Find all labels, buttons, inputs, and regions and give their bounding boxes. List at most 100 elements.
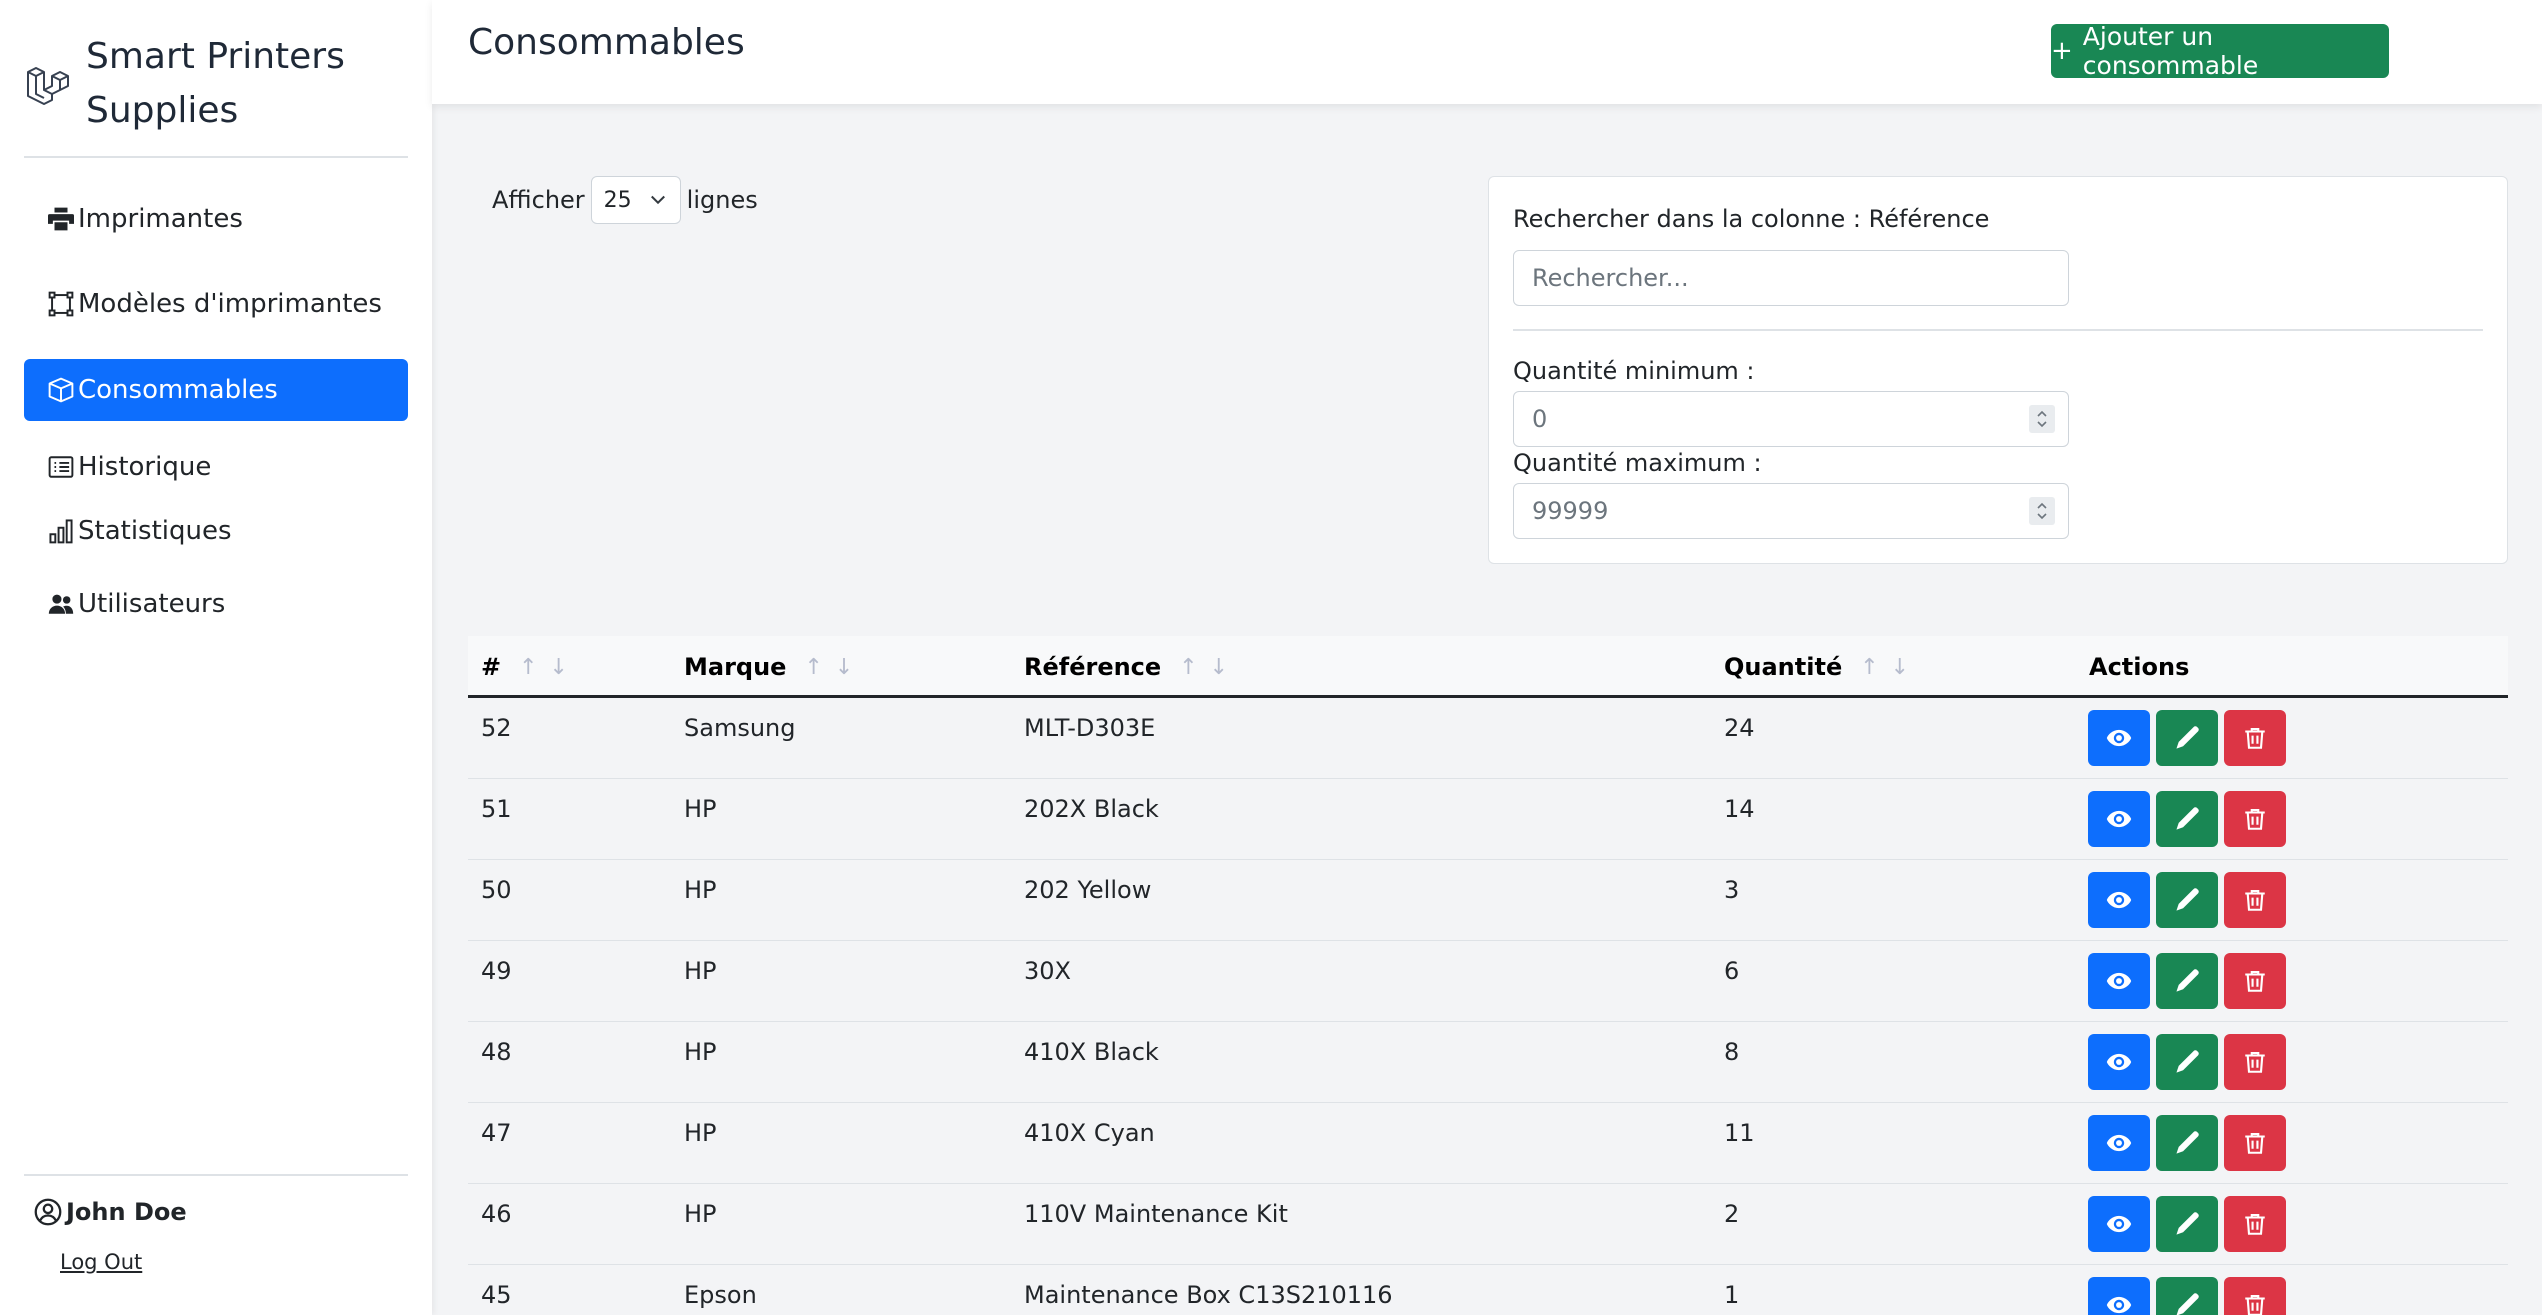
view-button[interactable] xyxy=(2088,953,2150,1009)
column-header-label: Quantité xyxy=(1724,653,1843,681)
cell-brand: Samsung xyxy=(684,714,796,742)
sidebar-item-label: Utilisateurs xyxy=(78,589,226,619)
cell-quantity: 1 xyxy=(1724,1281,1740,1309)
cell-quantity: 2 xyxy=(1724,1200,1740,1228)
edit-button[interactable] xyxy=(2156,1196,2218,1252)
box-icon xyxy=(46,375,76,405)
delete-button[interactable] xyxy=(2224,953,2286,1009)
plus-icon: + xyxy=(2051,36,2073,66)
sidebar-item-label: Imprimantes xyxy=(78,204,243,234)
pencil-icon xyxy=(2174,725,2200,751)
cell-brand: Epson xyxy=(684,1281,757,1309)
cell-brand: HP xyxy=(684,1038,717,1066)
bar-chart-icon xyxy=(46,516,76,546)
sidebar-item-statistiques[interactable]: Statistiques xyxy=(24,500,408,562)
view-button[interactable] xyxy=(2088,1115,2150,1171)
edit-button[interactable] xyxy=(2156,710,2218,766)
sort-icon[interactable]: ↑ ↓ xyxy=(804,655,865,680)
pencil-icon xyxy=(2174,968,2200,994)
column-header-marque[interactable]: Marque ↑ ↓ xyxy=(684,636,865,698)
spinner-arrows-icon xyxy=(2037,410,2047,428)
table-row: 45 Epson Maintenance Box C13S210116 1 xyxy=(468,1265,2508,1315)
min-quantity-input[interactable] xyxy=(1513,391,2069,447)
view-button[interactable] xyxy=(2088,1277,2150,1315)
edit-button[interactable] xyxy=(2156,1115,2218,1171)
sidebar: Smart Printers Supplies Imprimantes Modè… xyxy=(0,0,432,1315)
add-consumable-button[interactable]: + Ajouter un consommable xyxy=(2051,22,2389,80)
table-row: 46 HP 110V Maintenance Kit 2 xyxy=(468,1184,2508,1265)
table-row: 48 HP 410X Black 8 xyxy=(468,1022,2508,1103)
sidebar-item-label: Consommables xyxy=(78,375,278,405)
delete-button[interactable] xyxy=(2224,872,2286,928)
brand[interactable]: Smart Printers Supplies xyxy=(24,24,414,144)
edit-button[interactable] xyxy=(2156,1034,2218,1090)
bounding-box-icon xyxy=(46,289,76,319)
trash-icon xyxy=(2242,806,2268,832)
sidebar-item-label: Historique xyxy=(78,452,212,482)
cell-brand: HP xyxy=(684,1200,717,1228)
cell-quantity: 11 xyxy=(1724,1119,1755,1147)
view-button[interactable] xyxy=(2088,1196,2150,1252)
edit-button[interactable] xyxy=(2156,791,2218,847)
user-block: John Doe Log Out xyxy=(34,1198,187,1274)
chevron-down-icon xyxy=(650,195,665,205)
cell-brand: HP xyxy=(684,1119,717,1147)
sort-icon[interactable]: ↑ ↓ xyxy=(1860,655,1921,680)
page-length-select[interactable]: 25 xyxy=(590,176,681,224)
user-name[interactable]: John Doe xyxy=(34,1198,187,1226)
cell-brand: HP xyxy=(684,876,717,904)
sidebar-item-historique[interactable]: Historique xyxy=(24,436,408,498)
column-header-quantite[interactable]: Quantité ↑ ↓ xyxy=(1724,636,1921,698)
cell-quantity: 6 xyxy=(1724,957,1740,985)
cell-id: 46 xyxy=(481,1200,512,1228)
search-input[interactable] xyxy=(1513,250,2069,306)
sidebar-item-label: Modèles d'imprimantes xyxy=(78,289,382,319)
delete-button[interactable] xyxy=(2224,1034,2286,1090)
eye-icon xyxy=(2106,1049,2132,1075)
column-header-id[interactable]: # ↑ ↓ xyxy=(481,636,580,698)
max-quantity-label: Quantité maximum : xyxy=(1513,449,1762,477)
delete-button[interactable] xyxy=(2224,791,2286,847)
view-button[interactable] xyxy=(2088,710,2150,766)
delete-button[interactable] xyxy=(2224,1196,2286,1252)
sidebar-item-consommables[interactable]: Consommables xyxy=(24,359,408,421)
sort-icon[interactable]: ↑ ↓ xyxy=(1179,655,1240,680)
min-quantity-spinner[interactable] xyxy=(2029,405,2055,433)
table-row: 49 HP 30X 6 xyxy=(468,941,2508,1022)
sort-icon[interactable]: ↑ ↓ xyxy=(519,655,580,680)
cell-quantity: 24 xyxy=(1724,714,1755,742)
view-button[interactable] xyxy=(2088,791,2150,847)
trash-icon xyxy=(2242,887,2268,913)
eye-icon xyxy=(2106,806,2132,832)
delete-button[interactable] xyxy=(2224,710,2286,766)
max-quantity-spinner[interactable] xyxy=(2029,497,2055,525)
pencil-icon xyxy=(2174,1211,2200,1237)
cell-id: 49 xyxy=(481,957,512,985)
printer-icon xyxy=(46,204,76,234)
sidebar-item-imprimantes[interactable]: Imprimantes xyxy=(24,188,408,250)
consumables-table: # ↑ ↓ Marque ↑ ↓ Référence ↑ ↓ Quantité ↑ ↓ … xyxy=(468,636,2508,1315)
filter-divider xyxy=(1513,329,2483,331)
delete-button[interactable] xyxy=(2224,1277,2286,1315)
list-icon xyxy=(46,452,76,482)
logout-link[interactable]: Log Out xyxy=(60,1250,142,1274)
cell-id: 45 xyxy=(481,1281,512,1309)
edit-button[interactable] xyxy=(2156,1277,2218,1315)
add-consumable-label: Ajouter un consommable xyxy=(2082,22,2259,80)
edit-button[interactable] xyxy=(2156,953,2218,1009)
view-button[interactable] xyxy=(2088,872,2150,928)
cell-brand: HP xyxy=(684,795,717,823)
view-button[interactable] xyxy=(2088,1034,2150,1090)
sidebar-divider xyxy=(24,156,408,158)
table-body: 52 Samsung MLT-D303E 24 51 HP 202X Black 14 50 HP… xyxy=(468,698,2508,1315)
edit-button[interactable] xyxy=(2156,872,2218,928)
sidebar-item-modeles[interactable]: Modèles d'imprimantes xyxy=(24,273,408,335)
people-icon xyxy=(46,589,76,619)
cell-reference: 110V Maintenance Kit xyxy=(1024,1200,1288,1228)
delete-button[interactable] xyxy=(2224,1115,2286,1171)
max-quantity-input[interactable] xyxy=(1513,483,2069,539)
cell-id: 51 xyxy=(481,795,512,823)
sidebar-item-utilisateurs[interactable]: Utilisateurs xyxy=(24,573,408,635)
column-header-reference[interactable]: Référence ↑ ↓ xyxy=(1024,636,1240,698)
search-label: Rechercher dans la colonne : Référence xyxy=(1513,205,1990,233)
